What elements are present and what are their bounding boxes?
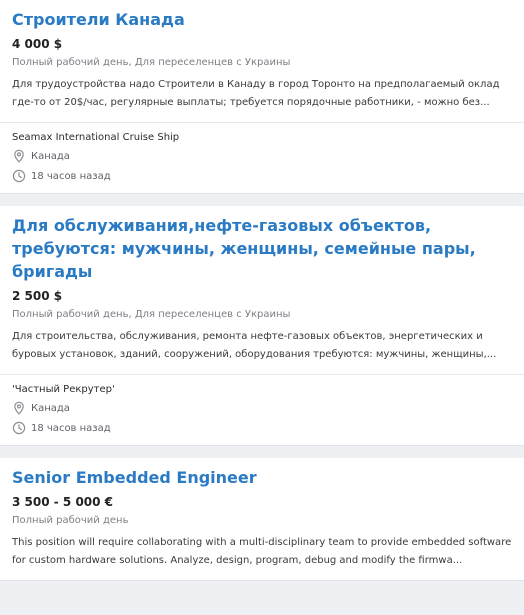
job-card[interactable]: Senior Embedded Engineer 3 500 - 5 000 €… xyxy=(0,458,524,581)
job-description: Для строительства, обслуживания, ремонта… xyxy=(12,331,497,360)
job-location: Канада xyxy=(12,149,512,163)
job-listings: Строители Канада 4 000 $ Полный рабочий … xyxy=(0,0,524,581)
job-employment-type: Полный рабочий день xyxy=(12,515,129,526)
clock-icon xyxy=(12,421,26,435)
job-card-body: Строители Канада 4 000 $ Полный рабочий … xyxy=(0,0,524,122)
job-location: Канада xyxy=(12,401,512,415)
job-description: Для трудоустройства надо Строители в Кан… xyxy=(12,79,500,108)
job-card-body: Для обслуживания,нефте-газовых объектов,… xyxy=(0,206,524,374)
job-title-link[interactable]: Для обслуживания,нефте-газовых объектов,… xyxy=(12,214,512,283)
map-pin-icon xyxy=(14,149,24,163)
job-card-footer: 'Частный Рекрутер' Канада 18 часов назад xyxy=(0,374,524,445)
job-posted-label: 18 часов назад xyxy=(31,422,111,434)
job-title-link[interactable]: Строители Канада xyxy=(12,8,512,31)
map-pin-icon xyxy=(14,401,24,415)
job-card[interactable]: Для обслуживания,нефте-газовых объектов,… xyxy=(0,206,524,446)
job-location-label: Канада xyxy=(31,402,70,414)
job-description: This position will require collaborating… xyxy=(12,537,512,566)
company-name[interactable]: Seamax International Cruise Ship xyxy=(12,132,512,143)
job-location-label: Канада xyxy=(31,150,70,162)
job-card[interactable]: Строители Канада 4 000 $ Полный рабочий … xyxy=(0,0,524,194)
job-employment-type: Полный рабочий день, Для переселенцев с … xyxy=(12,309,291,320)
job-card-footer: Seamax International Cruise Ship Канада … xyxy=(0,122,524,193)
job-title-link[interactable]: Senior Embedded Engineer xyxy=(12,466,512,489)
job-posted-time: 18 часов назад xyxy=(12,169,512,183)
job-posted-label: 18 часов назад xyxy=(31,170,111,182)
job-salary: 4 000 $ xyxy=(12,37,63,51)
job-posted-time: 18 часов назад xyxy=(12,421,512,435)
job-employment-type: Полный рабочий день, Для переселенцев с … xyxy=(12,57,291,68)
job-card-body: Senior Embedded Engineer 3 500 - 5 000 €… xyxy=(0,458,524,580)
company-name[interactable]: 'Частный Рекрутер' xyxy=(12,384,512,395)
job-salary: 3 500 - 5 000 € xyxy=(12,495,114,509)
clock-icon xyxy=(12,169,26,183)
job-salary: 2 500 $ xyxy=(12,289,63,303)
